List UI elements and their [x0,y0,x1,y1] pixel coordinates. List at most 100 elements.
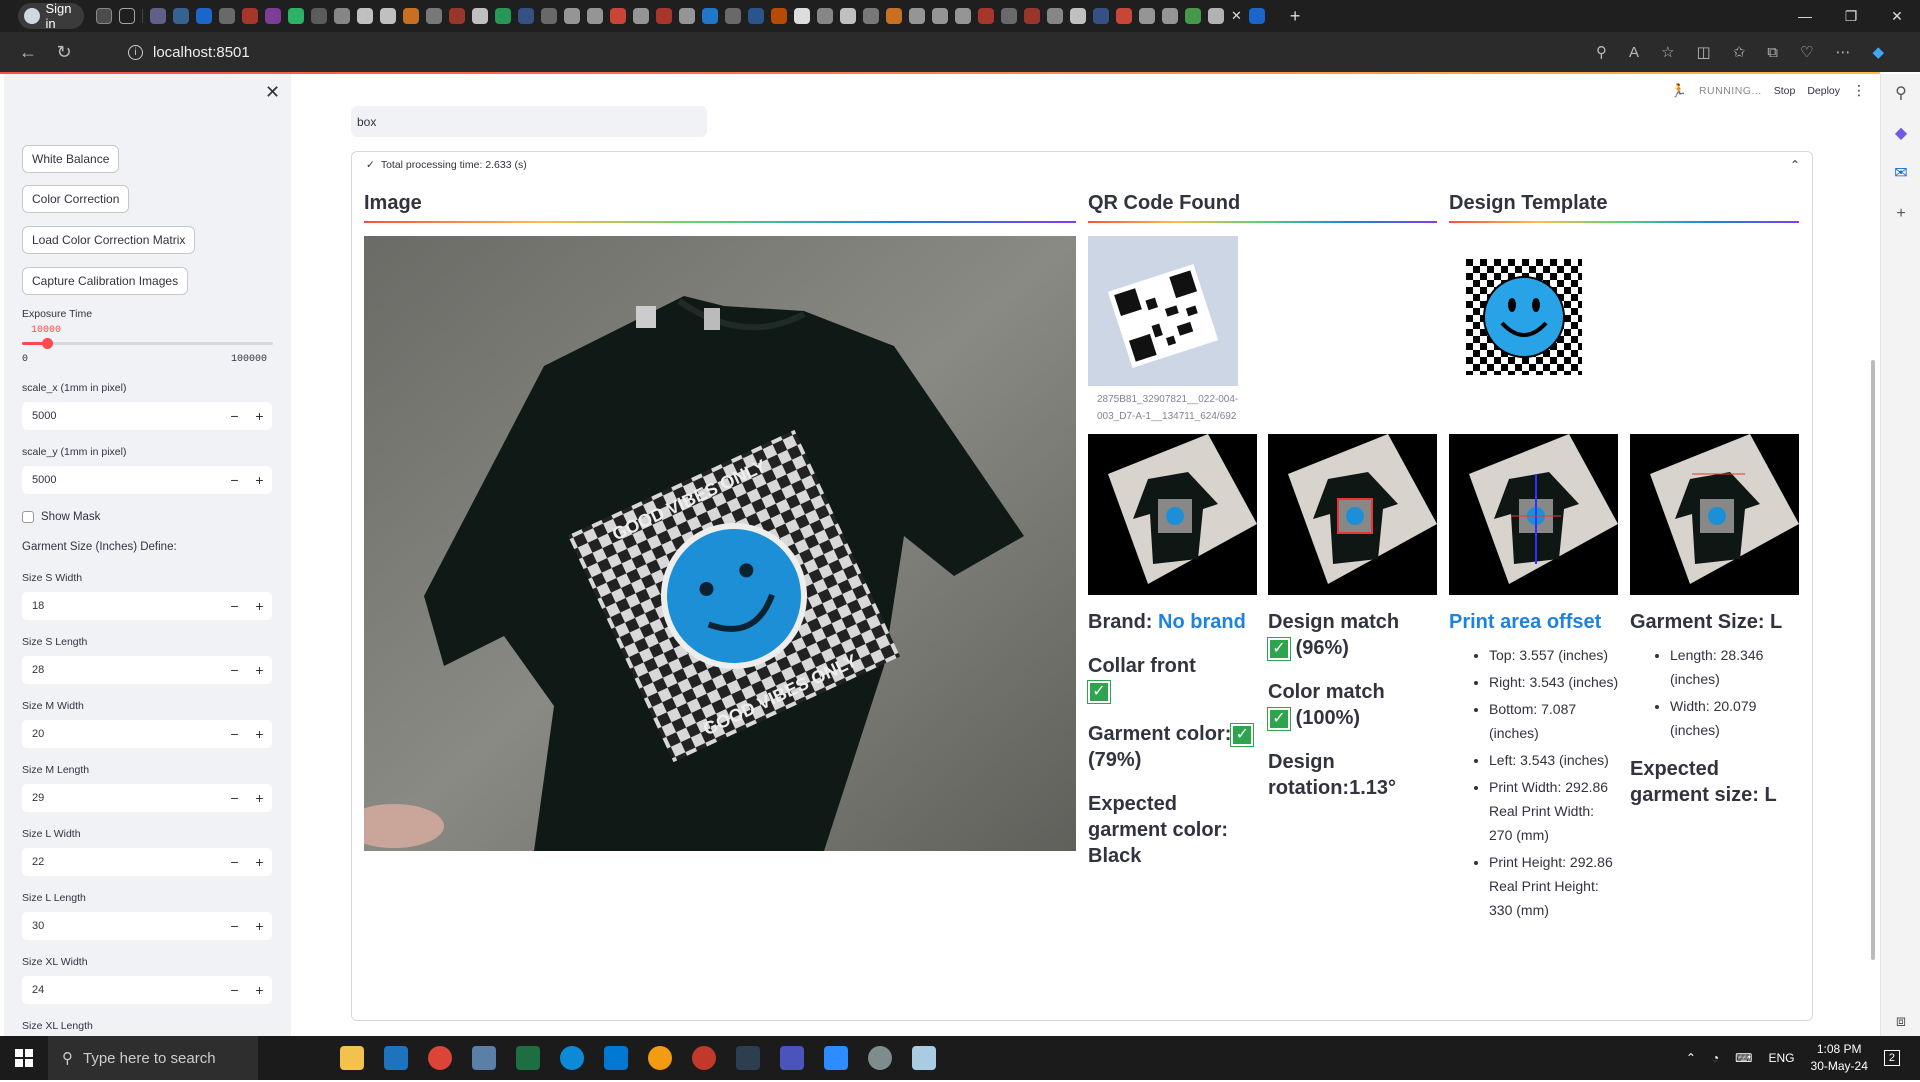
read-aloud-icon[interactable]: A [1629,44,1639,61]
tab-favicon-icon[interactable] [656,8,672,24]
tab-favicon-icon[interactable] [541,8,557,24]
scale-x-decrement-button[interactable]: − [222,408,247,424]
collections-icon[interactable]: ⧉ [1767,44,1778,61]
back-icon[interactable]: ← [10,42,46,63]
scale-x-value[interactable]: 5000 [22,410,222,422]
chrome-icon[interactable] [428,1046,452,1070]
tab-favicon-icon[interactable] [863,8,879,24]
github-icon[interactable] [472,8,488,24]
scale-y-value[interactable]: 5000 [22,474,222,486]
decrement-button[interactable]: − [222,662,247,678]
decrement-button[interactable]: − [222,982,247,998]
wordpress-icon[interactable] [1093,8,1109,24]
increment-button[interactable]: + [247,918,272,934]
url-field[interactable]: i localhost:8501 [128,44,250,61]
copilot-sidebar-icon[interactable]: ◆ [1881,114,1920,154]
tab-favicon-icon[interactable] [564,8,580,24]
tab-favicon-icon[interactable] [288,8,304,24]
tab-favicon-icon[interactable] [587,8,603,24]
tab-favicon-icon[interactable] [242,8,258,24]
scale-x-input[interactable]: 5000 − + [22,402,272,430]
size-s-width-input[interactable]: 18 − + [22,592,272,620]
increment-button[interactable]: + [247,790,272,806]
edge-icon[interactable] [560,1046,584,1070]
deploy-button[interactable]: Deploy [1807,85,1840,97]
sign-in-button[interactable]: Sign in [18,1,84,31]
tab-favicon-icon[interactable] [1139,8,1155,24]
tab-favicon-icon[interactable] [1185,8,1201,24]
tab-favicon-icon[interactable] [886,8,902,24]
tab-favicon-icon[interactable] [909,8,925,24]
tab-favicon-icon[interactable] [748,8,764,24]
scale-x-increment-button[interactable]: + [247,408,272,424]
tab-favicon-icon[interactable] [817,8,833,24]
refresh-icon[interactable]: ↻ [46,42,82,63]
tab-favicon-icon[interactable] [449,8,465,24]
split-screen-icon[interactable]: ◫ [1697,43,1711,61]
show-mask-checkbox[interactable]: Show Mask [22,511,100,523]
new-tab-icon[interactable]: + [1290,6,1301,27]
tab-favicon-icon[interactable] [426,8,442,24]
tab-favicon-icon[interactable] [932,8,948,24]
workspaces-icon[interactable] [96,8,112,24]
size-m-length-value[interactable]: 29 [22,792,222,804]
outlook-icon[interactable]: ✉ [1881,154,1920,194]
exposure-slider-thumb[interactable] [42,338,54,349]
increment-button[interactable]: + [247,982,272,998]
tab-favicon-icon[interactable] [334,8,350,24]
start-button[interactable] [0,1036,48,1080]
github-icon[interactable] [380,8,396,24]
add-sidebar-app-icon[interactable]: + [1881,194,1920,234]
size-xl-width-value[interactable]: 24 [22,984,222,996]
tab-favicon-icon[interactable] [633,8,649,24]
size-s-width-value[interactable]: 18 [22,600,222,612]
excel-icon[interactable] [516,1046,540,1070]
app-icon[interactable] [868,1046,892,1070]
close-icon[interactable]: ✕ [1874,0,1920,32]
active-tab-favicon-icon[interactable] [1248,8,1265,24]
tab-favicon-icon[interactable] [495,8,511,24]
github-icon[interactable] [357,8,373,24]
app-icon[interactable] [692,1046,716,1070]
stop-button[interactable]: Stop [1774,85,1796,97]
tab-favicon-icon[interactable] [771,8,787,24]
size-l-length-value[interactable]: 30 [22,920,222,932]
vscode-icon[interactable] [604,1046,628,1070]
color-correction-button[interactable]: Color Correction [22,185,130,213]
tab-favicon-icon[interactable] [150,8,166,24]
scale-y-input[interactable]: 5000 − + [22,466,272,494]
increment-button[interactable]: + [247,662,272,678]
restore-icon[interactable]: ❐ [1828,0,1874,32]
capture-calibration-button[interactable]: Capture Calibration Images [22,267,189,295]
size-m-width-value[interactable]: 20 [22,728,222,740]
tab-favicon-icon[interactable] [173,8,189,24]
search-icon[interactable]: ⚲ [1881,74,1920,114]
size-s-length-input[interactable]: 28 − + [22,656,272,684]
google-icon[interactable] [794,8,810,24]
minimize-icon[interactable]: — [1782,0,1828,32]
tab-favicon-icon[interactable] [403,8,419,24]
taskbar-search[interactable]: ⚲ Type here to search [48,1036,258,1080]
main-scrollbar[interactable] [1871,360,1875,960]
increment-button[interactable]: + [247,854,272,870]
site-info-icon[interactable]: i [128,44,143,60]
scale-y-decrement-button[interactable]: − [222,472,247,488]
zoom-app-icon[interactable] [824,1046,848,1070]
tab-favicon-icon[interactable] [1001,8,1017,24]
white-balance-button[interactable]: White Balance [22,145,120,173]
size-l-length-input[interactable]: 30 − + [22,912,272,940]
size-m-width-input[interactable]: 20 − + [22,720,272,748]
language-indicator[interactable]: ENG [1769,1051,1795,1065]
tab-favicon-icon[interactable] [1024,8,1040,24]
decrement-button[interactable]: − [222,854,247,870]
decrement-button[interactable]: − [222,918,247,934]
keyboard-icon[interactable]: ⌨ [1735,1051,1752,1065]
favorites-icon[interactable]: ✩ [1733,43,1746,61]
tab-favicon-icon[interactable] [1070,8,1086,24]
teams-icon[interactable] [780,1046,804,1070]
size-s-length-value[interactable]: 28 [22,664,222,676]
tab-favicon-icon[interactable] [1208,8,1224,24]
clock[interactable]: 1:08 PM 30-May-24 [1811,1041,1868,1075]
wordpress-icon[interactable] [518,8,534,24]
tab-favicon-icon[interactable] [978,8,994,24]
